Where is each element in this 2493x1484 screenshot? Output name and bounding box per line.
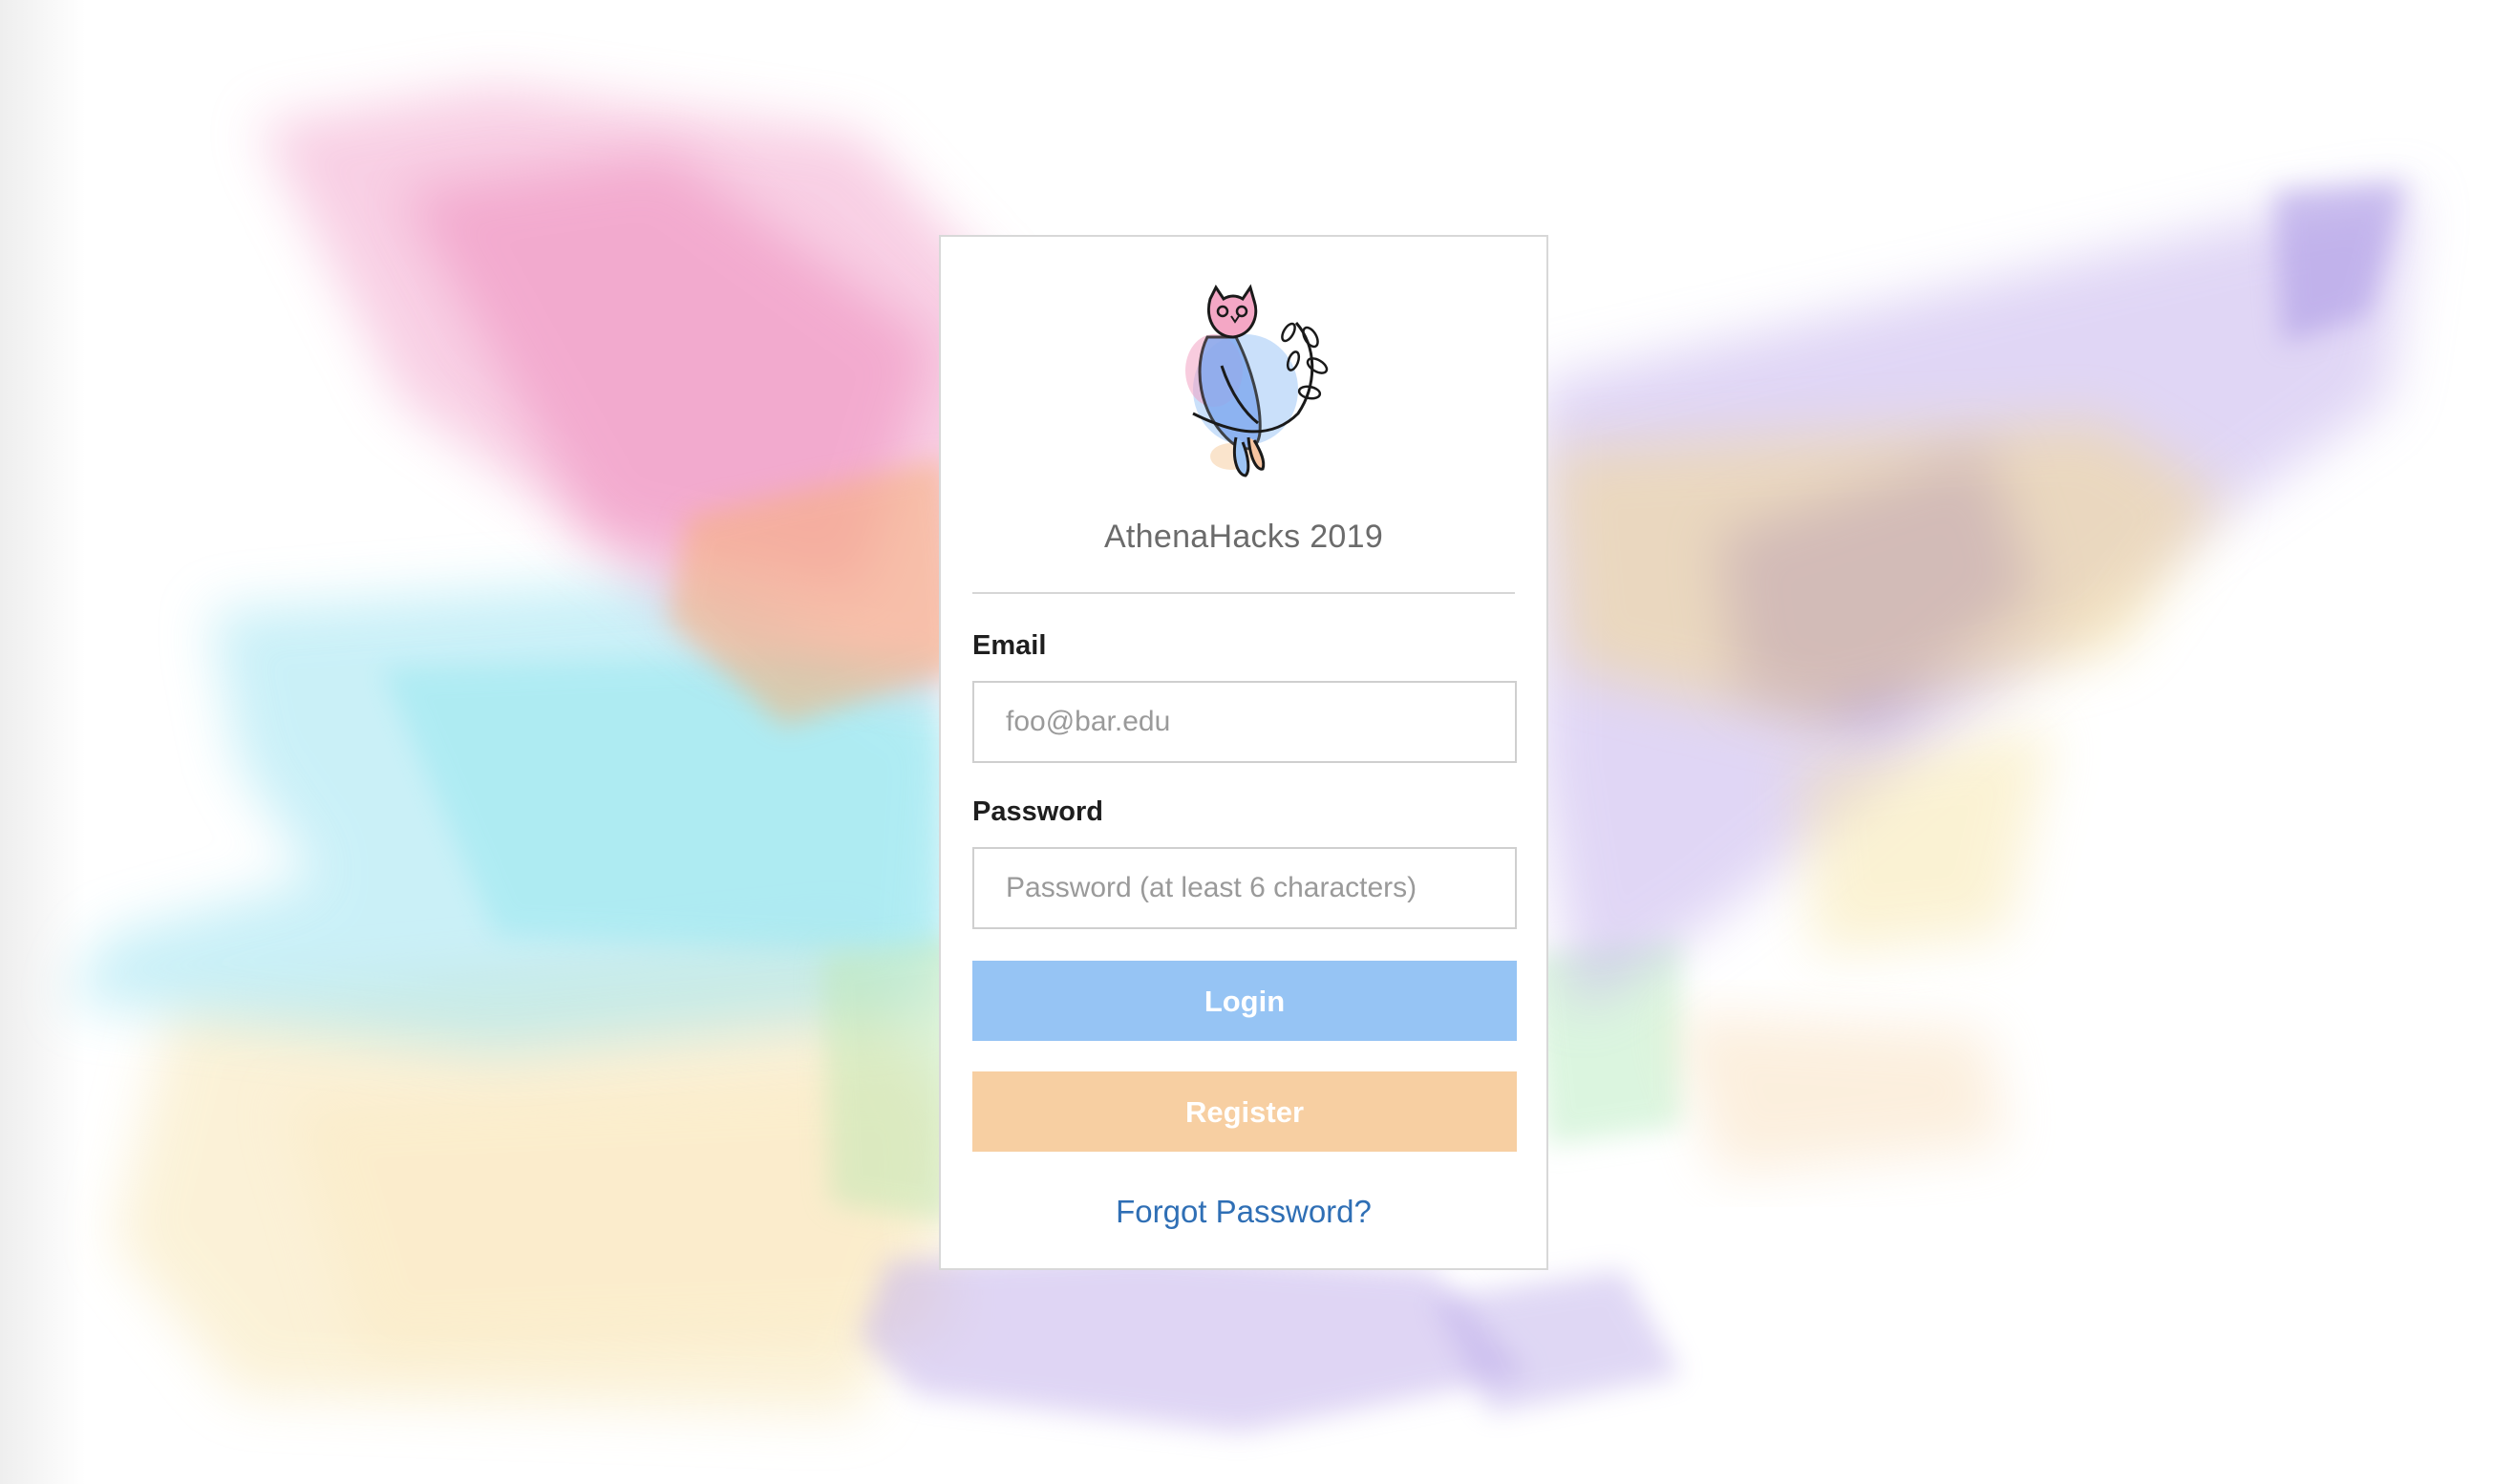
- email-label: Email: [972, 630, 1047, 661]
- app-title: AthenaHacks 2019: [1103, 519, 1384, 555]
- login-page: AthenaHacks 2019 Email Password Login Re…: [0, 0, 2493, 1484]
- email-field[interactable]: [972, 681, 1517, 763]
- owl-logo-icon: [1185, 284, 1329, 477]
- password-label: Password: [972, 796, 1103, 827]
- title-divider: [972, 592, 1515, 594]
- register-button[interactable]: Register: [972, 1071, 1517, 1152]
- login-card: AthenaHacks 2019 Email Password Login Re…: [939, 235, 1548, 1270]
- password-field[interactable]: [972, 847, 1517, 929]
- login-button[interactable]: Login: [972, 961, 1517, 1041]
- forgot-password-link[interactable]: Forgot Password?: [941, 1194, 1546, 1230]
